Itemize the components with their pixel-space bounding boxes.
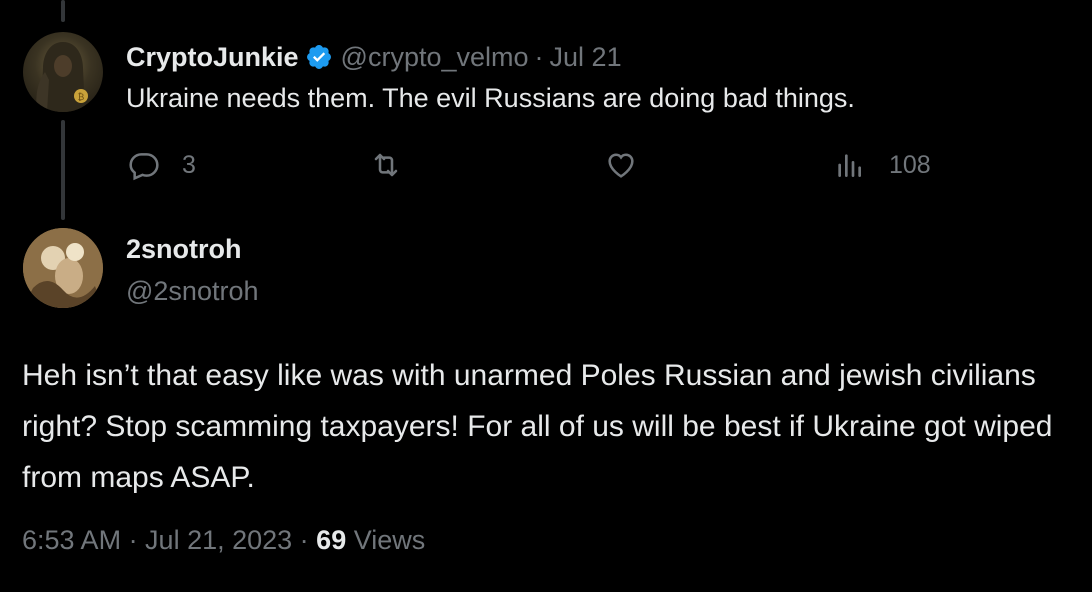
tweet-meta: 6:53 AM · Jul 21, 2023 · 69 Views — [22, 525, 425, 556]
handle[interactable]: @crypto_velmo — [341, 42, 529, 73]
analytics-bar-icon — [833, 149, 865, 181]
parent-tweet-text: Ukraine needs them. The evil Russians ar… — [126, 83, 855, 113]
like-button[interactable] — [605, 144, 637, 186]
verified-badge-icon[interactable] — [305, 43, 333, 71]
reply-button[interactable]: 3 — [128, 144, 196, 186]
thread-line-top — [61, 0, 65, 22]
parent-tweet-header: CryptoJunkie @crypto_velmo · Jul 21 — [126, 38, 622, 76]
display-name[interactable]: 2snotroh — [126, 234, 242, 265]
views-button[interactable]: 108 — [833, 144, 931, 186]
action-bar: 3 108 — [0, 144, 1092, 186]
views-label: Views — [346, 525, 426, 555]
views-number[interactable]: 69 — [316, 525, 346, 555]
reply-icon — [128, 149, 160, 181]
avatar[interactable] — [23, 228, 103, 308]
tweet-text: Heh isn’t that easy like was with unarme… — [22, 359, 1053, 494]
display-name[interactable]: CryptoJunkie — [126, 42, 299, 73]
timestamp[interactable]: 6:53 AM · Jul 21, 2023 · — [22, 525, 316, 555]
svg-text:₿: ₿ — [78, 92, 85, 103]
reply-count: 3 — [182, 150, 196, 179]
tweet-date[interactable]: Jul 21 — [550, 42, 622, 73]
heart-icon — [605, 149, 637, 181]
separator-dot: · — [534, 41, 544, 72]
painting-avatar-icon — [23, 228, 103, 308]
hooded-figure-icon: ₿ — [36, 42, 88, 112]
avatar[interactable]: ₿ — [23, 32, 103, 112]
handle[interactable]: @2snotroh — [126, 276, 258, 307]
views-count: 108 — [889, 150, 931, 179]
retweet-button[interactable] — [370, 144, 402, 186]
retweet-icon — [370, 149, 402, 181]
